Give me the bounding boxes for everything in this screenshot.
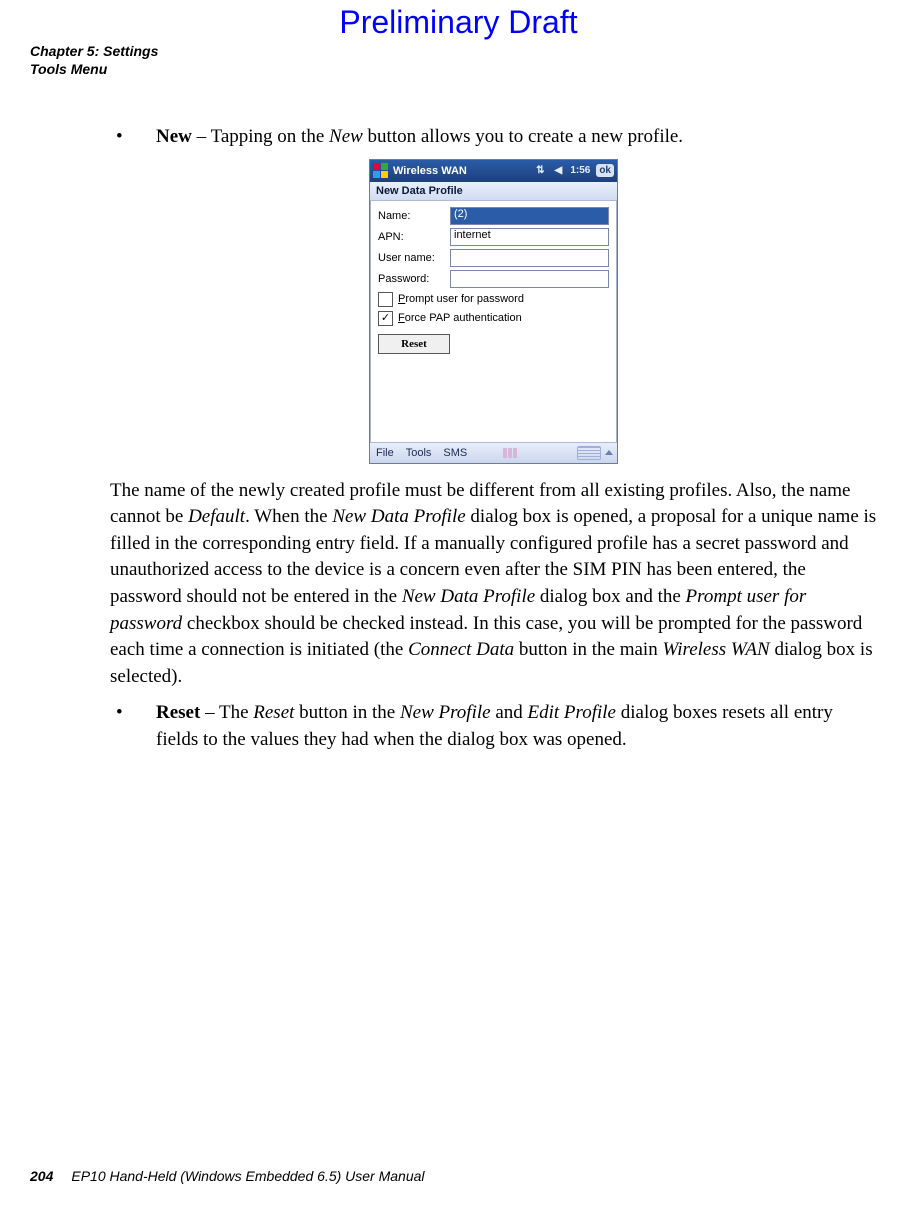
bullet-italic: New [329, 126, 363, 147]
manual-title: EP10 Hand-Held (Windows Embedded 6.5) Us… [71, 1168, 424, 1184]
bullet-italic: Edit Profile [528, 702, 616, 723]
bullet-label: Reset [156, 702, 200, 723]
para-italic: Wireless WAN [662, 639, 769, 660]
keyboard-icon[interactable] [577, 446, 601, 460]
dialog-subtitle: New Data Profile [370, 182, 617, 201]
bullet-italic: New Profile [400, 702, 491, 723]
bullet-frag: Tapping on the [211, 126, 329, 147]
clock-time: 1:56 [567, 165, 593, 176]
bullet-marker: • [110, 700, 156, 753]
document-page: Preliminary Draft Chapter 5: Settings To… [0, 4, 917, 1212]
bullet-text: Reset – The Reset button in the New Prof… [156, 700, 877, 753]
label-name: Name: [378, 210, 450, 222]
bullet-label: New [156, 126, 192, 147]
input-password[interactable] [450, 270, 609, 288]
signal-bars-icon [503, 448, 517, 458]
label-username: User name: [378, 252, 450, 264]
section-line: Tools Menu [30, 61, 887, 79]
bullet-marker: • [110, 124, 156, 151]
checkbox-force[interactable]: ✓ [378, 311, 393, 326]
volume-icon: ◀ [549, 165, 567, 176]
para-italic: New Data Profile [332, 506, 465, 527]
draft-watermark: Preliminary Draft [30, 4, 887, 41]
ok-button[interactable]: ok [596, 164, 614, 177]
bullet-reset: • Reset – The Reset button in the New Pr… [110, 700, 877, 753]
bullet-italic: Reset [253, 702, 294, 723]
input-name[interactable]: (2) [450, 207, 609, 225]
menu-sms[interactable]: SMS [437, 447, 473, 459]
input-username[interactable] [450, 249, 609, 267]
label-apn: APN: [378, 231, 450, 243]
running-header: Chapter 5: Settings Tools Menu [30, 43, 887, 78]
para-italic: Connect Data [408, 639, 514, 660]
reset-button[interactable]: Reset [378, 334, 450, 354]
checkbox-prompt[interactable] [378, 292, 393, 307]
checkbox-prompt-label: Prompt user for password [398, 293, 524, 305]
para-frag: . When the [245, 506, 332, 527]
dialog-form: Name: (2) APN: internet User name: Passw… [370, 201, 617, 442]
para-italic: New Data Profile [402, 586, 535, 607]
dialog-new-data-profile: Wireless WAN ⇅ ◀ 1:56 ok New Data Profil… [369, 159, 618, 464]
bullet-text: New – Tapping on the New button allows y… [156, 124, 877, 151]
chapter-line: Chapter 5: Settings [30, 43, 887, 61]
dialog-titlebar: Wireless WAN ⇅ ◀ 1:56 ok [370, 160, 617, 182]
explanatory-paragraph: The name of the newly created profile mu… [110, 478, 877, 691]
signal-icon: ⇅ [531, 165, 549, 176]
bullet-frag: and [491, 702, 528, 723]
checkbox-force-label: Force PAP authentication [398, 312, 522, 324]
checkbox-prompt-row[interactable]: Prompt user for password [378, 292, 609, 307]
page-footer: 204 EP10 Hand-Held (Windows Embedded 6.5)… [30, 1168, 425, 1184]
input-apn[interactable]: internet [450, 228, 609, 246]
bullet-new: • New – Tapping on the New button allows… [110, 124, 877, 151]
para-italic: Default [188, 506, 245, 527]
bullet-frag: – The [200, 702, 253, 723]
bullet-frag: button in the [294, 702, 400, 723]
bullet-frag: button allows you to create a new profil… [363, 126, 683, 147]
page-number: 204 [30, 1168, 53, 1184]
para-frag: button in the main [514, 639, 662, 660]
dialog-title: Wireless WAN [393, 165, 467, 177]
menu-tools[interactable]: Tools [400, 447, 438, 459]
main-content: • New – Tapping on the New button allows… [110, 124, 877, 754]
menu-up-icon[interactable] [605, 450, 613, 455]
menu-file[interactable]: File [370, 447, 400, 459]
label-password: Password: [378, 273, 450, 285]
para-frag: dialog box and the [535, 586, 685, 607]
dialog-menubar: File Tools SMS [370, 442, 617, 463]
start-flag-icon[interactable] [373, 163, 389, 179]
bullet-dash: – [192, 126, 211, 147]
checkbox-force-row[interactable]: ✓ Force PAP authentication [378, 311, 609, 326]
